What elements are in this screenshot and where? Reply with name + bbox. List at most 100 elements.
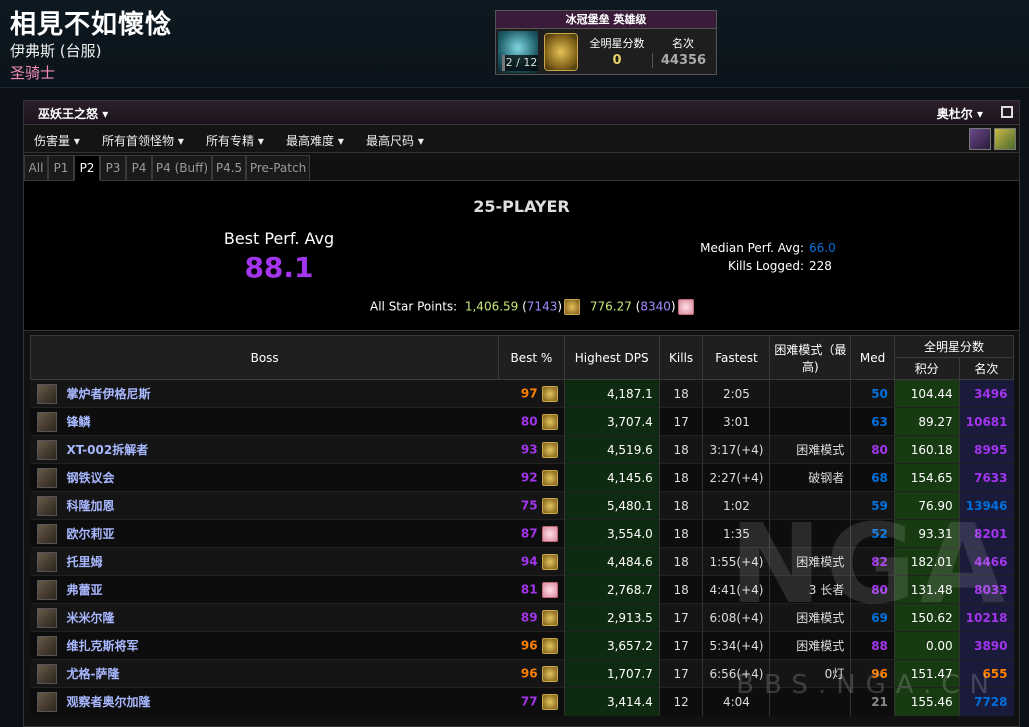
boss-cell[interactable]: XT-002拆解者	[30, 435, 499, 464]
filter-size[interactable]: 最高尺码 ▾	[366, 132, 424, 149]
boss-name[interactable]: 米米尔隆	[67, 609, 115, 626]
table-row[interactable]: 观察者奥尔加隆 77 3,414.4 12 4:04 21 155.46 7728	[30, 687, 1014, 716]
boss-icon	[36, 467, 57, 488]
hard-mode-cell: 困难模式	[769, 603, 851, 632]
tab-p1[interactable]: P1	[48, 155, 74, 181]
key-icon[interactable]	[994, 128, 1016, 150]
table-row[interactable]: 弗蕾亚 81 2,768.7 18 4:41(+4) 3 长者 80 131.48 8033	[30, 575, 1014, 604]
tab-p45[interactable]: P4.5	[212, 155, 246, 181]
col-boss[interactable]: Boss	[29, 335, 500, 380]
boss-name[interactable]: 观察者奥尔加隆	[67, 693, 151, 710]
rank-cell: 8995	[958, 435, 1014, 464]
best-value: 97	[520, 386, 538, 400]
boss-name[interactable]: 弗蕾亚	[67, 581, 103, 598]
tab-p3[interactable]: P3	[100, 155, 126, 181]
med-cell: 21	[850, 687, 895, 716]
character-name: 相見不如懷惗	[10, 10, 173, 40]
zone-selector[interactable]: 巫妖王之怒 ▾	[38, 105, 108, 122]
tab-p4[interactable]: P4	[126, 155, 152, 181]
med-cell: 68	[850, 463, 895, 492]
tab-all[interactable]: All	[24, 155, 48, 181]
boss-name[interactable]: 科隆加恩	[67, 497, 115, 514]
table-row[interactable]: 米米尔隆 89 2,913.5 17 6:08(+4) 困难模式 69 150.62 10218	[30, 603, 1014, 632]
col-dps[interactable]: Highest DPS	[563, 335, 660, 380]
med-cell: 80	[850, 435, 895, 464]
boss-cell[interactable]: 钢铁议会	[30, 463, 499, 492]
fastest-cell: 6:08(+4)	[702, 603, 770, 632]
filter-bosses[interactable]: 所有首领怪物 ▾	[102, 132, 184, 149]
gold-medal-icon	[541, 497, 558, 514]
best-cell: 80	[498, 407, 565, 436]
kills-logged-label: Kills Logged:	[727, 259, 804, 273]
table-row[interactable]: 尤格-萨隆 96 1,707.7 17 6:56(+4) 0灯 96 151.47 655	[30, 659, 1014, 688]
table-row[interactable]: 钢铁议会 92 4,145.6 18 2:27(+4) 破钢者 68 154.65 7633	[30, 463, 1014, 492]
boss-icon	[36, 579, 57, 600]
points-cell: 155.46	[893, 687, 960, 716]
dps-cell: 4,187.1	[563, 379, 660, 408]
col-points[interactable]: 积分	[893, 357, 960, 380]
filter-metric[interactable]: 伤害量 ▾	[34, 132, 80, 149]
table-row[interactable]: 锋鳞 80 3,707.4 17 3:01 63 89.27 10681	[30, 407, 1014, 436]
raid-summary-box[interactable]: 冰冠堡垒 英雄级 2 / 12 全明星分数 0 名次 44356	[495, 10, 717, 75]
kills-cell: 18	[658, 491, 703, 520]
boss-name[interactable]: 尤格-萨隆	[67, 665, 120, 682]
class-icon[interactable]	[969, 128, 991, 150]
best-cell: 87	[498, 519, 565, 548]
col-fastest[interactable]: Fastest	[702, 335, 771, 380]
boss-cell[interactable]: 维扎克斯将军	[30, 631, 499, 660]
boss-cell[interactable]: 托里姆	[30, 547, 499, 576]
maximize-icon[interactable]	[1001, 106, 1013, 118]
summary-title: 25-PLAYER	[473, 197, 570, 216]
boss-icon	[36, 551, 57, 572]
boss-cell[interactable]: 观察者奥尔加隆	[30, 687, 499, 716]
table-row[interactable]: 掌炉者伊格尼斯 97 4,187.1 18 2:05 50 104.44 3496	[30, 379, 1014, 408]
kills-cell: 17	[658, 631, 703, 660]
realm-selector[interactable]: 奥杜尔 ▾	[937, 105, 983, 122]
tab-prepatch[interactable]: Pre-Patch	[246, 155, 310, 181]
boss-icon	[36, 411, 57, 432]
boss-cell[interactable]: 弗蕾亚	[30, 575, 499, 604]
hard-mode-cell: 困难模式	[769, 547, 851, 576]
filter-specs[interactable]: 所有专精 ▾	[206, 132, 264, 149]
boss-name[interactable]: 维扎克斯将军	[67, 637, 139, 654]
boss-cell[interactable]: 尤格-萨隆	[30, 659, 499, 688]
median-perf-label: Median Perf. Avg:	[700, 241, 804, 255]
col-rank[interactable]: 名次	[958, 357, 1015, 380]
col-hard[interactable]: 困难模式（最高)	[769, 335, 852, 380]
filter-difficulty[interactable]: 最高难度 ▾	[286, 132, 344, 149]
fastest-cell: 3:17(+4)	[702, 435, 770, 464]
character-header: 相見不如懷惗 伊弗斯 (台服) 圣骑士 冰冠堡垒 英雄级 2 / 12 全明星分…	[0, 0, 1029, 88]
tab-p4-buff[interactable]: P4 (Buff)	[152, 155, 212, 181]
dps-cell: 3,707.4	[563, 407, 660, 436]
boss-name[interactable]: 托里姆	[67, 553, 103, 570]
kills-cell: 18	[658, 575, 703, 604]
table-row[interactable]: 托里姆 94 4,484.6 18 1:55(+4) 困难模式 82 182.01 4466	[30, 547, 1014, 576]
filter-label: 伤害量	[34, 134, 71, 148]
tab-p2[interactable]: P2	[74, 155, 100, 181]
boss-name[interactable]: XT-002拆解者	[67, 441, 149, 458]
boss-name[interactable]: 钢铁议会	[67, 469, 115, 486]
boss-cell[interactable]: 掌炉者伊格尼斯	[30, 379, 499, 408]
boss-cell[interactable]: 欧尔莉亚	[30, 519, 499, 548]
boss-cell[interactable]: 米米尔隆	[30, 603, 499, 632]
col-kills[interactable]: Kills	[658, 335, 704, 380]
table-row[interactable]: 欧尔莉亚 87 3,554.0 18 1:35 52 93.31 8201	[30, 519, 1014, 548]
table-row[interactable]: 维扎克斯将军 96 3,657.2 17 5:34(+4) 困难模式 88 0.00 3890	[30, 631, 1014, 660]
heart-medal-icon	[677, 299, 694, 315]
col-med[interactable]: Med	[850, 335, 895, 380]
rank-cell: 4466	[958, 547, 1014, 576]
table-row[interactable]: XT-002拆解者 93 4,519.6 18 3:17(+4) 困难模式 80 160.18…	[30, 435, 1014, 464]
raid-title: 冰冠堡垒 英雄级	[496, 11, 716, 29]
gold-medal-icon	[541, 665, 558, 682]
table-row[interactable]: 科隆加恩 75 5,480.1 18 1:02 59 76.90 13946	[30, 491, 1014, 520]
boss-cell[interactable]: 科隆加恩	[30, 491, 499, 520]
filter-label: 所有专精	[206, 134, 255, 148]
boss-name[interactable]: 锋鳞	[67, 413, 91, 430]
boss-cell[interactable]: 锋鳞	[30, 407, 499, 436]
boss-name[interactable]: 欧尔莉亚	[67, 525, 115, 542]
best-cell: 96	[498, 631, 565, 660]
col-best[interactable]: Best %	[498, 335, 565, 380]
boss-name[interactable]: 掌炉者伊格尼斯	[67, 385, 151, 402]
dps-cell: 2,768.7	[563, 575, 660, 604]
asp1-rank: 7143	[526, 299, 558, 314]
